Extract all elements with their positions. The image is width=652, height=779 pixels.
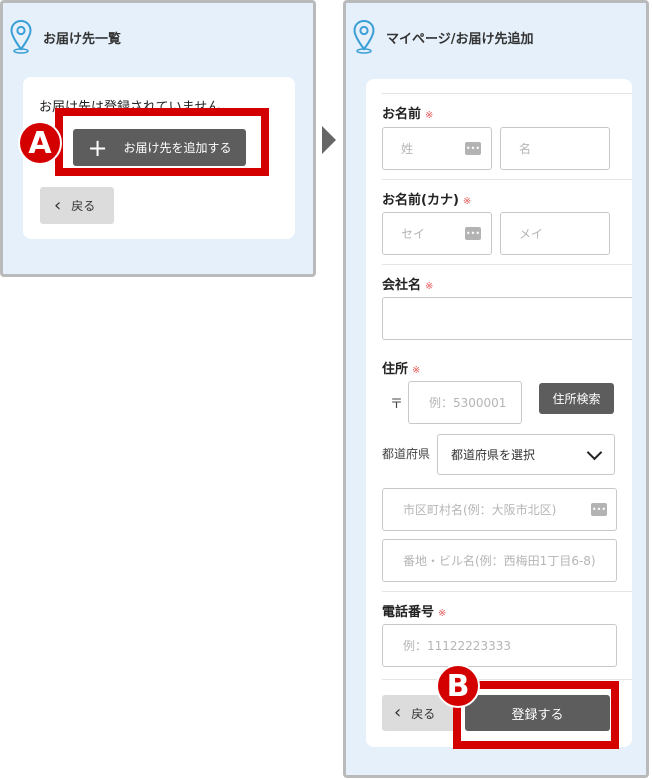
- badge-a: A: [18, 121, 62, 165]
- prefecture-label: 都道府県: [382, 447, 431, 461]
- postal-mark: 〒: [390, 397, 404, 412]
- phone-label: 電話番号 ※: [382, 601, 446, 620]
- first-name-kana-input[interactable]: メイ: [500, 212, 610, 255]
- back-label: 戻る: [411, 706, 436, 721]
- chevron-left-icon: ‹: [394, 702, 402, 723]
- address-form-card: お名前※ 姓 ••• 名 お名前(カナ)※ セイ ••• メイ 会社名※: [366, 79, 632, 747]
- street-input[interactable]: 番地・ビル名(例：西梅田1丁目6-8): [382, 539, 617, 582]
- required-mark: ※: [412, 365, 421, 376]
- phone-placeholder: 例：11122223333: [403, 639, 511, 653]
- name-kana-label-text: お名前(カナ): [382, 193, 459, 208]
- divider: [382, 679, 632, 680]
- back-button[interactable]: ‹ 戻る: [40, 187, 114, 224]
- panel-header: お届け先一覧: [3, 3, 313, 71]
- first-name-input[interactable]: 名: [500, 127, 610, 170]
- chevron-down-icon: [586, 444, 603, 461]
- first-name-placeholder: 名: [519, 142, 532, 156]
- company-label-text: 会社名: [382, 278, 422, 293]
- required-mark: ※: [462, 196, 472, 207]
- page-title: お届け先一覧: [43, 31, 122, 47]
- panel-header: マイページ/お届け先追加: [346, 3, 646, 71]
- keyboard-icon: •••: [465, 227, 481, 240]
- keyboard-icon: •••: [591, 503, 607, 516]
- address-label-text: 住所: [382, 362, 409, 377]
- last-name-placeholder: 姓: [401, 142, 414, 156]
- flow-arrow-icon: [322, 126, 336, 154]
- prefecture-selected: 都道府県を選択: [451, 448, 536, 462]
- required-mark: ※: [425, 281, 434, 292]
- street-placeholder: 番地・ビル名(例：西梅田1丁目6-8): [403, 554, 596, 568]
- divider: [382, 591, 632, 592]
- required-mark: ※: [425, 110, 434, 121]
- address-label: 住所 ※: [382, 358, 420, 377]
- add-address-panel: マイページ/お届け先追加 お名前 ※ 姓 ••• 名 お名前(カナ) ※ セイ ••…: [343, 0, 649, 778]
- location-pin-icon: [353, 19, 375, 54]
- company-label: 会社名 ※: [382, 274, 433, 293]
- keyboard-icon: •••: [465, 142, 481, 155]
- address-search-button[interactable]: 住所検索: [539, 383, 614, 414]
- highlight-box-a: [55, 108, 269, 176]
- divider: [382, 179, 632, 180]
- postal-code-placeholder: 例：5300001: [429, 396, 507, 410]
- last-name-kana-placeholder: セイ: [401, 227, 426, 241]
- last-name-input[interactable]: 姓 •••: [382, 127, 492, 170]
- phone-label-text: 電話番号: [382, 605, 435, 620]
- company-input[interactable]: [382, 297, 632, 340]
- phone-input[interactable]: 例：11122223333: [382, 624, 617, 667]
- page-title: マイページ/お届け先追加: [386, 31, 534, 47]
- last-name-kana-input[interactable]: セイ •••: [382, 212, 492, 255]
- chevron-left-icon: ‹: [54, 194, 62, 216]
- city-input[interactable]: 市区町村名(例：大阪市北区) •••: [382, 488, 617, 531]
- divider: [382, 264, 632, 265]
- location-pin-icon: [10, 19, 32, 54]
- name-kana-label: お名前(カナ) ※: [382, 189, 471, 208]
- name-label-text: お名前: [382, 107, 422, 122]
- badge-b: B: [436, 664, 480, 708]
- first-name-kana-placeholder: メイ: [519, 227, 544, 241]
- prefecture-select[interactable]: 都道府県を選択: [437, 434, 615, 475]
- name-label: お名前 ※: [382, 103, 433, 122]
- city-placeholder: 市区町村名(例：大阪市北区): [403, 503, 557, 517]
- divider: [382, 93, 632, 94]
- back-label: 戻る: [71, 199, 96, 213]
- required-mark: ※: [438, 608, 447, 619]
- postal-code-input[interactable]: 例：5300001: [408, 381, 522, 424]
